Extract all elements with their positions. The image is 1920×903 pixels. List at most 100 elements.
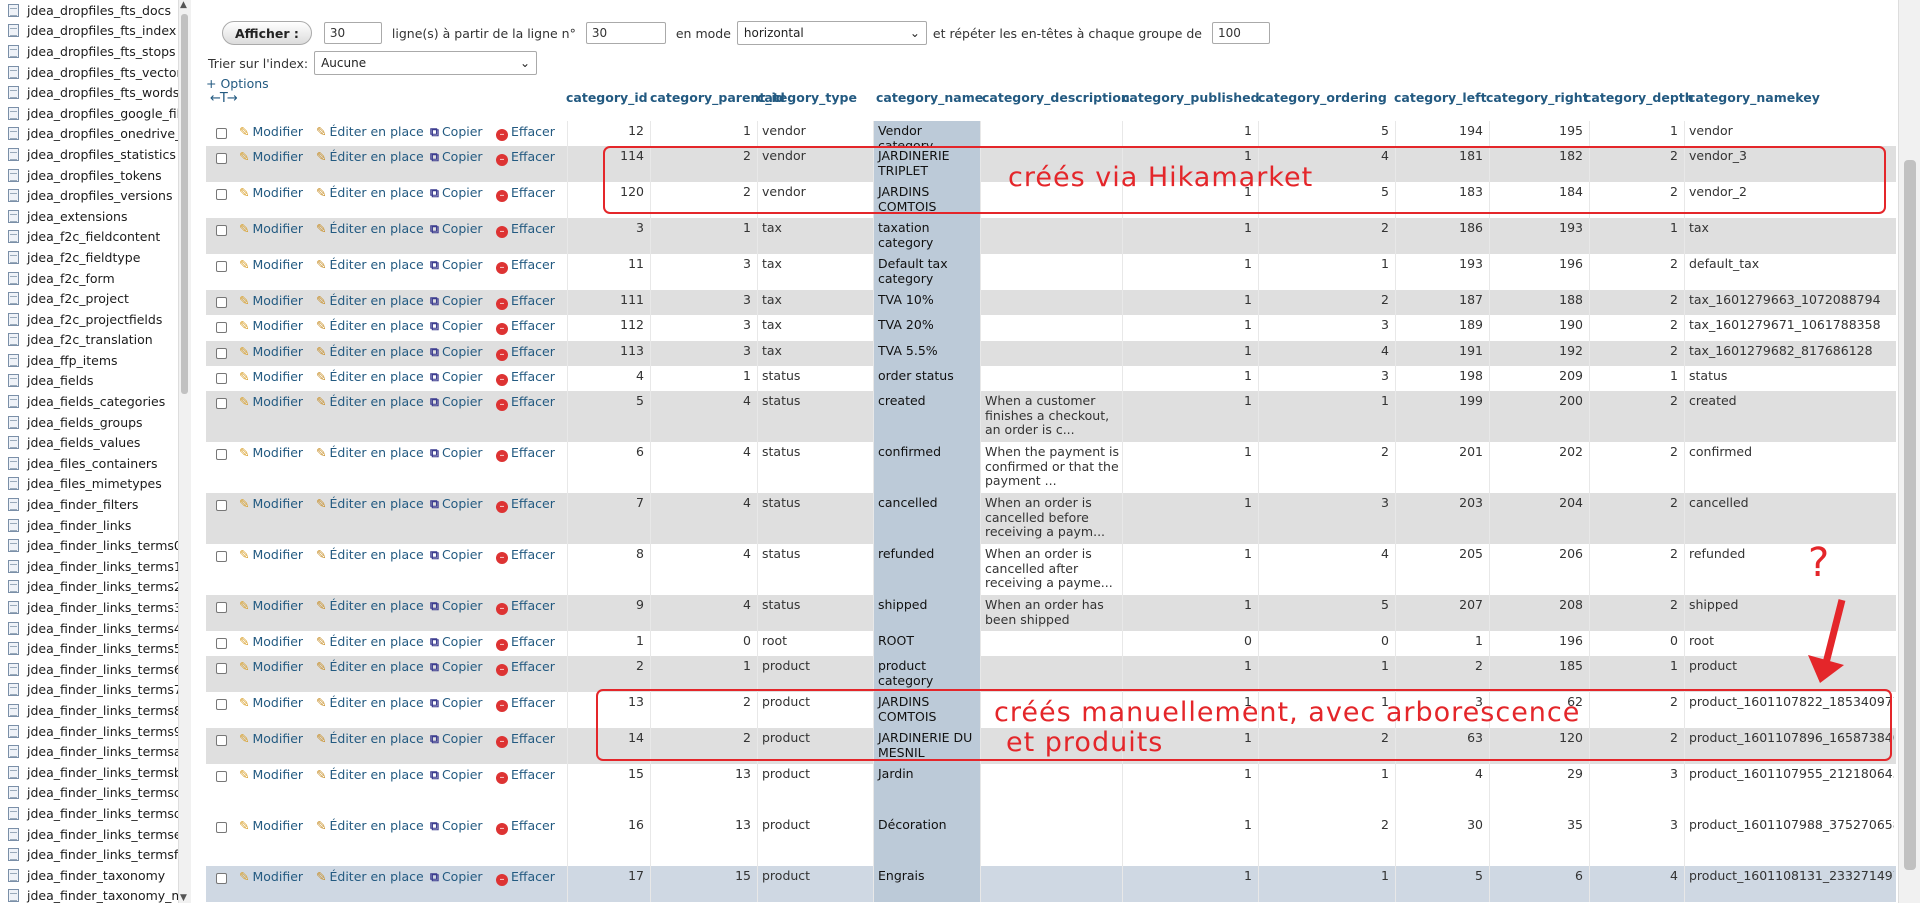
cell-category-right[interactable]: 195 [1489,121,1589,146]
modify-link[interactable]: ✎ Modifier [239,293,303,308]
row-checkbox[interactable] [216,699,227,710]
row-checkbox[interactable] [216,398,227,409]
sidebar-table-item[interactable]: jdea_finder_links_termsb [0,762,178,783]
sidebar-table-label[interactable]: jdea_fields_categories [27,394,165,409]
sidebar-table-label[interactable]: jdea_finder_links_termsd [27,806,178,821]
copy-link[interactable]: ⧉ Copier [430,185,483,201]
cell-category-type[interactable]: vendor [757,121,873,146]
sidebar-table-label[interactable]: jdea_finder_links_terms2 [27,579,178,594]
cell-category-type[interactable]: status [757,442,873,493]
cell-category-description[interactable]: When a customer finishes a checkout, an … [980,391,1122,442]
cell-category-depth[interactable]: 2 [1589,391,1684,442]
cell-category-right[interactable]: 193 [1489,218,1589,254]
cell-category-name[interactable]: TVA 10% [873,290,980,315]
cell-category-right[interactable]: 196 [1489,631,1589,656]
sidebar-table-label[interactable]: jdea_dropfiles_google_fil [27,106,178,121]
cell-category-right[interactable]: 192 [1489,341,1589,366]
cell-category-ordering[interactable]: 1 [1258,866,1395,902]
cell-category-type[interactable]: tax [757,341,873,366]
modify-link[interactable]: ✎ Modifier [239,318,303,333]
cell-category-type[interactable]: status [757,391,873,442]
cell-category-type[interactable]: product [757,815,873,866]
cell-category-description[interactable] [980,218,1122,254]
sidebar-table-label[interactable]: jdea_dropfiles_statistics [27,147,176,162]
cell-category-namekey[interactable]: status [1684,366,1894,391]
table-icon[interactable] [8,745,19,759]
cell-category-parent-id[interactable]: 4 [650,595,757,631]
table-icon[interactable] [8,827,19,841]
cell-category-left[interactable]: 4 [1395,764,1489,815]
page-scrollbar[interactable] [1898,0,1920,903]
cell-category-id[interactable]: 4 [567,366,650,391]
cell-category-depth[interactable]: 2 [1589,341,1684,366]
cell-category-type[interactable]: product [757,866,873,902]
sidebar-table-label[interactable]: jdea_ffp_items [27,353,118,368]
cell-category-name[interactable]: ROOT [873,631,980,656]
cell-category-left[interactable]: 207 [1395,595,1489,631]
sidebar-table-item[interactable]: jdea_f2c_projectfields [0,309,178,330]
cell-category-right[interactable]: 208 [1489,595,1589,631]
modify-link[interactable]: ✎ Modifier [239,369,303,384]
row-checkbox[interactable] [216,225,227,236]
cell-category-right[interactable]: 190 [1489,315,1589,341]
cell-category-namekey[interactable]: refunded [1684,544,1894,595]
sidebar-table-item[interactable]: jdea_dropfiles_fts_index [0,21,178,42]
table-row[interactable]: ✎ Modifier ✎ Éditer en place ⧉ Copier – Effacer… [206,218,1896,254]
cell-category-parent-id[interactable]: 1 [650,121,757,146]
table-icon[interactable] [8,601,19,615]
table-icon[interactable] [8,436,19,450]
table-icon[interactable] [8,209,19,223]
sidebar-table-label[interactable]: jdea_finder_taxonomy [27,868,165,883]
table-row[interactable]: ✎ Modifier ✎ Éditer en place ⧉ Copier – Effacer… [206,764,1896,815]
sidebar-table-label[interactable]: jdea_files_containers [27,456,158,471]
cell-category-depth[interactable]: 2 [1589,315,1684,341]
sidebar-table-label[interactable]: jdea_finder_links_terms4 [27,621,178,636]
edit-inline-link[interactable]: ✎ Éditer en place [316,731,424,746]
table-row[interactable]: ✎ Modifier ✎ Éditer en place ⧉ Copier – Effacer… [206,254,1896,290]
repeat-headers-input[interactable] [1212,22,1270,44]
row-checkbox[interactable] [216,189,227,200]
cell-category-name[interactable]: cancelled [873,493,980,544]
cell-category-name[interactable]: refunded [873,544,980,595]
cell-category-ordering[interactable]: 3 [1258,315,1395,341]
table-icon[interactable] [8,147,19,161]
row-checkbox[interactable] [216,735,227,746]
row-checkbox[interactable] [216,373,227,384]
edit-inline-link[interactable]: ✎ Éditer en place [316,445,424,460]
column-header-category-right[interactable]: category_right [1486,90,1589,112]
table-icon[interactable] [8,580,19,594]
sort-select[interactable]: Aucune ⌄ [314,51,538,75]
table-icon[interactable] [8,456,19,470]
cell-category-parent-id[interactable]: 4 [650,493,757,544]
delete-link[interactable]: – Effacer [496,634,555,651]
table-row[interactable]: ✎ Modifier ✎ Éditer en place ⧉ Copier – Effacer… [206,656,1896,692]
table-icon[interactable] [8,683,19,697]
table-icon[interactable] [8,559,19,573]
cell-category-published[interactable]: 1 [1122,218,1258,254]
copy-link[interactable]: ⧉ Copier [430,369,483,385]
table-icon[interactable] [8,333,19,347]
row-checkbox[interactable] [216,348,227,359]
cell-category-type[interactable]: status [757,595,873,631]
table-row[interactable]: ✎ Modifier ✎ Éditer en place ⧉ Copier – Effacer… [206,290,1896,315]
sidebar-table-item[interactable]: jdea_finder_links_termsf [0,844,178,865]
delete-link[interactable]: – Effacer [496,221,555,238]
cell-category-name[interactable]: Décoration [873,815,980,866]
cell-category-parent-id[interactable]: 13 [650,815,757,866]
sidebar-table-item[interactable]: jdea_files_containers [0,453,178,474]
sidebar-table-label[interactable]: jdea_finder_links_termsc [27,785,178,800]
cell-category-depth[interactable]: 3 [1589,815,1684,866]
cell-category-name[interactable]: Jardin [873,764,980,815]
row-checkbox[interactable] [216,638,227,649]
cell-category-published[interactable]: 1 [1122,366,1258,391]
sidebar-table-item[interactable]: jdea_f2c_translation [0,330,178,351]
sidebar-scrollbar[interactable]: ▲ ▼ [178,0,191,903]
table-icon[interactable] [8,539,19,553]
cell-category-published[interactable]: 1 [1122,595,1258,631]
sidebar-table-item[interactable]: jdea_finder_links_terms9 [0,721,178,742]
cell-category-description[interactable] [980,366,1122,391]
table-icon[interactable] [8,65,19,79]
sidebar-table-label[interactable]: jdea_fields_values [27,435,140,450]
row-checkbox[interactable] [216,873,227,884]
table-row[interactable]: ✎ Modifier ✎ Éditer en place ⧉ Copier – Effacer… [206,366,1896,391]
